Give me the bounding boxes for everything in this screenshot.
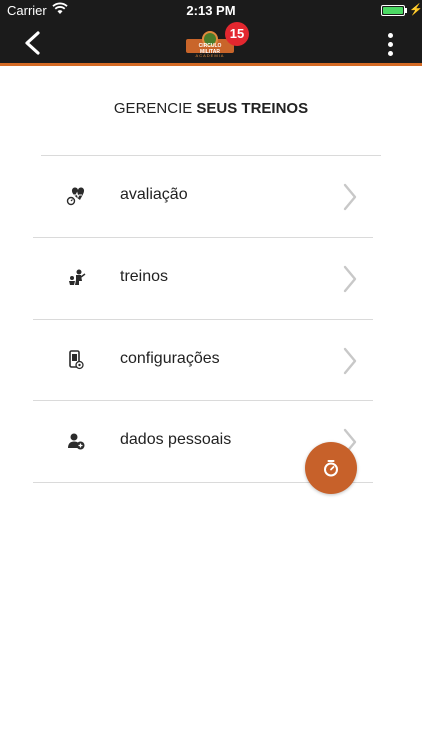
menu-item-treinos[interactable]: treinos (33, 238, 373, 319)
trainer-icon (69, 269, 86, 285)
stopwatch-icon (324, 460, 338, 477)
accent-line (0, 63, 422, 66)
menu-item-label: configurações (120, 350, 220, 367)
status-bar: Carrier 2:13 PM ⚡ (0, 0, 422, 22)
chevron-right-icon (343, 347, 357, 375)
status-time: 2:13 PM (186, 3, 236, 18)
charging-icon: ⚡ (409, 4, 422, 16)
chevron-left-icon (25, 31, 40, 55)
page-title-regular: GERENCIE (113, 100, 197, 117)
menu-item-label: avaliação (120, 186, 188, 203)
heart-scale-icon (66, 187, 85, 206)
stopwatch-fab[interactable] (305, 442, 357, 494)
logo-sub: ACADEMIA (195, 53, 225, 58)
chevron-right-icon (343, 265, 357, 293)
page-title-bold: SEUS TREINOS (196, 100, 309, 117)
vertical-dots-icon (380, 28, 400, 56)
back-button[interactable] (20, 28, 48, 58)
menu-item-configuracoes[interactable]: configurações (33, 320, 373, 401)
top-bar: Carrier 2:13 PM ⚡ CIRCULO MILITAR ACADEM… (0, 0, 422, 63)
menu-item-avaliacao[interactable]: avaliação (33, 156, 373, 237)
menu-item-label: treinos (120, 268, 169, 285)
user-add-icon (68, 433, 85, 450)
more-options-button[interactable] (380, 28, 400, 58)
menu-item-label: dados pessoais (120, 431, 232, 448)
notification-badge[interactable]: 15 (225, 22, 249, 46)
phone-settings-icon (69, 350, 84, 370)
chevron-right-icon (343, 183, 357, 211)
battery-icon (381, 5, 405, 16)
battery-tip (405, 8, 407, 13)
page-title: GERENCIE SEUS TREINOS (0, 100, 422, 117)
